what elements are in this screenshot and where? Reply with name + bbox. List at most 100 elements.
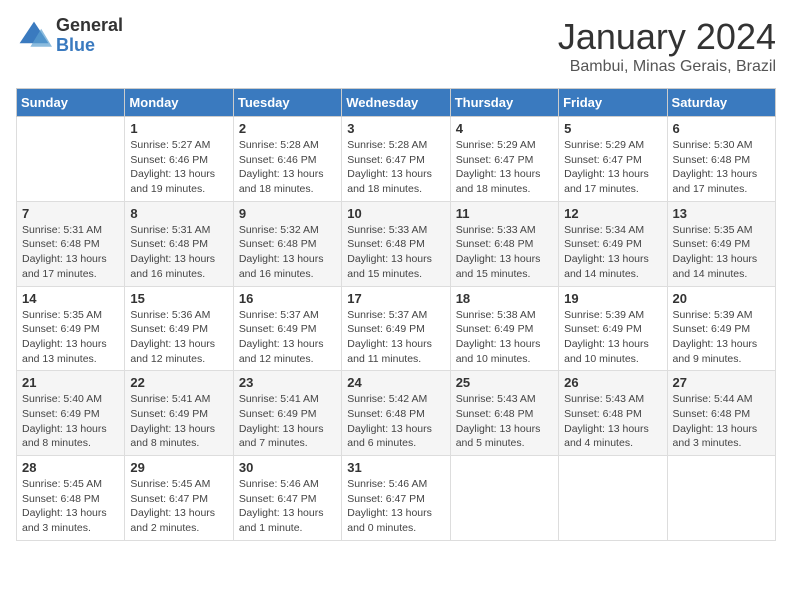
calendar-cell: 27Sunrise: 5:44 AMSunset: 6:48 PMDayligh… (667, 371, 775, 456)
week-row-3: 14 Sunrise: 5:35 AMSunset: 6:49 PMDayligh… (17, 286, 776, 371)
day-info: Sunrise: 5:44 AMSunset: 6:48 PMDaylight:… (673, 392, 770, 451)
calendar-cell: 22 Sunrise: 5:41 AMSunset: 6:49 PMDayligh… (125, 371, 233, 456)
day-info: Sunrise: 5:31 AMSunset: 6:48 PMDaylight:… (22, 223, 119, 282)
day-info: Sunrise: 5:41 AMSunset: 6:49 PMDaylight:… (130, 392, 227, 451)
day-number: 6 (673, 121, 770, 136)
day-number: 19 (564, 291, 661, 306)
day-number: 5 (564, 121, 661, 136)
calendar-cell (559, 456, 667, 541)
day-info: Sunrise: 5:41 AMSunset: 6:49 PMDaylight:… (239, 392, 336, 451)
title-block: January 2024 Bambui, Minas Gerais, Brazi… (558, 16, 776, 76)
calendar-cell: 5 Sunrise: 5:29 AMSunset: 6:47 PMDaylight… (559, 117, 667, 202)
weekday-header-saturday: Saturday (667, 89, 775, 117)
week-row-4: 21Sunrise: 5:40 AMSunset: 6:49 PMDayligh… (17, 371, 776, 456)
day-info: Sunrise: 5:39 AMSunset: 6:49 PMDaylight:… (564, 308, 661, 367)
calendar-cell: 21Sunrise: 5:40 AMSunset: 6:49 PMDayligh… (17, 371, 125, 456)
weekday-header-thursday: Thursday (450, 89, 558, 117)
calendar-cell: 8 Sunrise: 5:31 AMSunset: 6:48 PMDaylight… (125, 201, 233, 286)
weekday-header-wednesday: Wednesday (342, 89, 450, 117)
day-info: Sunrise: 5:43 AMSunset: 6:48 PMDaylight:… (564, 392, 661, 451)
day-info: Sunrise: 5:29 AMSunset: 6:47 PMDaylight:… (564, 138, 661, 197)
calendar-cell: 23 Sunrise: 5:41 AMSunset: 6:49 PMDayligh… (233, 371, 341, 456)
day-info: Sunrise: 5:35 AMSunset: 6:49 PMDaylight:… (673, 223, 770, 282)
day-info: Sunrise: 5:30 AMSunset: 6:48 PMDaylight:… (673, 138, 770, 197)
day-number: 24 (347, 375, 444, 390)
calendar-cell: 28Sunrise: 5:45 AMSunset: 6:48 PMDayligh… (17, 456, 125, 541)
day-number: 23 (239, 375, 336, 390)
day-info: Sunrise: 5:46 AMSunset: 6:47 PMDaylight:… (239, 477, 336, 536)
logo-text: General Blue (56, 16, 123, 56)
day-number: 14 (22, 291, 119, 306)
weekday-header-friday: Friday (559, 89, 667, 117)
day-number: 25 (456, 375, 553, 390)
day-number: 12 (564, 206, 661, 221)
day-info: Sunrise: 5:39 AMSunset: 6:49 PMDaylight:… (673, 308, 770, 367)
logo-icon (16, 18, 52, 54)
day-number: 18 (456, 291, 553, 306)
day-number: 4 (456, 121, 553, 136)
weekday-header-row: SundayMondayTuesdayWednesdayThursdayFrid… (17, 89, 776, 117)
day-number: 9 (239, 206, 336, 221)
calendar-cell (17, 117, 125, 202)
calendar-cell: 14 Sunrise: 5:35 AMSunset: 6:49 PMDayligh… (17, 286, 125, 371)
day-info: Sunrise: 5:43 AMSunset: 6:48 PMDaylight:… (456, 392, 553, 451)
day-info: Sunrise: 5:35 AMSunset: 6:49 PMDaylight:… (22, 308, 119, 367)
day-info: Sunrise: 5:36 AMSunset: 6:49 PMDaylight:… (130, 308, 227, 367)
calendar-cell: 3 Sunrise: 5:28 AMSunset: 6:47 PMDaylight… (342, 117, 450, 202)
weekday-header-sunday: Sunday (17, 89, 125, 117)
day-info: Sunrise: 5:33 AMSunset: 6:48 PMDaylight:… (456, 223, 553, 282)
day-info: Sunrise: 5:28 AMSunset: 6:47 PMDaylight:… (347, 138, 444, 197)
calendar-cell: 29Sunrise: 5:45 AMSunset: 6:47 PMDayligh… (125, 456, 233, 541)
calendar-cell: 12Sunrise: 5:34 AMSunset: 6:49 PMDayligh… (559, 201, 667, 286)
weekday-header-monday: Monday (125, 89, 233, 117)
day-number: 22 (130, 375, 227, 390)
day-number: 17 (347, 291, 444, 306)
calendar-cell: 17 Sunrise: 5:37 AMSunset: 6:49 PMDayligh… (342, 286, 450, 371)
day-number: 29 (130, 460, 227, 475)
week-row-2: 7 Sunrise: 5:31 AMSunset: 6:48 PMDaylight… (17, 201, 776, 286)
calendar-cell: 2 Sunrise: 5:28 AMSunset: 6:46 PMDaylight… (233, 117, 341, 202)
calendar-cell: 20Sunrise: 5:39 AMSunset: 6:49 PMDayligh… (667, 286, 775, 371)
day-number: 10 (347, 206, 444, 221)
weekday-header-tuesday: Tuesday (233, 89, 341, 117)
day-info: Sunrise: 5:29 AMSunset: 6:47 PMDaylight:… (456, 138, 553, 197)
calendar-cell: 10 Sunrise: 5:33 AMSunset: 6:48 PMDayligh… (342, 201, 450, 286)
day-number: 30 (239, 460, 336, 475)
location: Bambui, Minas Gerais, Brazil (558, 58, 776, 76)
calendar-cell (450, 456, 558, 541)
calendar-cell: 1Sunrise: 5:27 AMSunset: 6:46 PMDaylight… (125, 117, 233, 202)
day-number: 8 (130, 206, 227, 221)
calendar-cell: 15Sunrise: 5:36 AMSunset: 6:49 PMDayligh… (125, 286, 233, 371)
day-info: Sunrise: 5:31 AMSunset: 6:48 PMDaylight:… (130, 223, 227, 282)
logo-general-text: General (56, 16, 123, 36)
day-number: 7 (22, 206, 119, 221)
day-number: 26 (564, 375, 661, 390)
day-number: 3 (347, 121, 444, 136)
calendar-cell: 30 Sunrise: 5:46 AMSunset: 6:47 PMDayligh… (233, 456, 341, 541)
day-info: Sunrise: 5:28 AMSunset: 6:46 PMDaylight:… (239, 138, 336, 197)
day-info: Sunrise: 5:37 AMSunset: 6:49 PMDaylight:… (239, 308, 336, 367)
calendar-cell: 16 Sunrise: 5:37 AMSunset: 6:49 PMDayligh… (233, 286, 341, 371)
day-info: Sunrise: 5:45 AMSunset: 6:48 PMDaylight:… (22, 477, 119, 536)
day-info: Sunrise: 5:27 AMSunset: 6:46 PMDaylight:… (130, 138, 227, 197)
day-info: Sunrise: 5:46 AMSunset: 6:47 PMDaylight:… (347, 477, 444, 536)
calendar-cell: 31 Sunrise: 5:46 AMSunset: 6:47 PMDayligh… (342, 456, 450, 541)
calendar-cell: 18Sunrise: 5:38 AMSunset: 6:49 PMDayligh… (450, 286, 558, 371)
calendar-cell: 11Sunrise: 5:33 AMSunset: 6:48 PMDayligh… (450, 201, 558, 286)
calendar-cell: 7 Sunrise: 5:31 AMSunset: 6:48 PMDaylight… (17, 201, 125, 286)
day-info: Sunrise: 5:37 AMSunset: 6:49 PMDaylight:… (347, 308, 444, 367)
calendar-cell: 13Sunrise: 5:35 AMSunset: 6:49 PMDayligh… (667, 201, 775, 286)
day-number: 31 (347, 460, 444, 475)
logo-blue-text: Blue (56, 36, 123, 56)
week-row-5: 28Sunrise: 5:45 AMSunset: 6:48 PMDayligh… (17, 456, 776, 541)
calendar-table: SundayMondayTuesdayWednesdayThursdayFrid… (16, 88, 776, 541)
day-number: 2 (239, 121, 336, 136)
day-info: Sunrise: 5:33 AMSunset: 6:48 PMDaylight:… (347, 223, 444, 282)
day-number: 16 (239, 291, 336, 306)
month-title: January 2024 (558, 16, 776, 58)
page-header: General Blue January 2024 Bambui, Minas … (16, 16, 776, 76)
calendar-cell: 26 Sunrise: 5:43 AMSunset: 6:48 PMDayligh… (559, 371, 667, 456)
calendar-cell (667, 456, 775, 541)
calendar-cell: 4 Sunrise: 5:29 AMSunset: 6:47 PMDaylight… (450, 117, 558, 202)
day-info: Sunrise: 5:42 AMSunset: 6:48 PMDaylight:… (347, 392, 444, 451)
